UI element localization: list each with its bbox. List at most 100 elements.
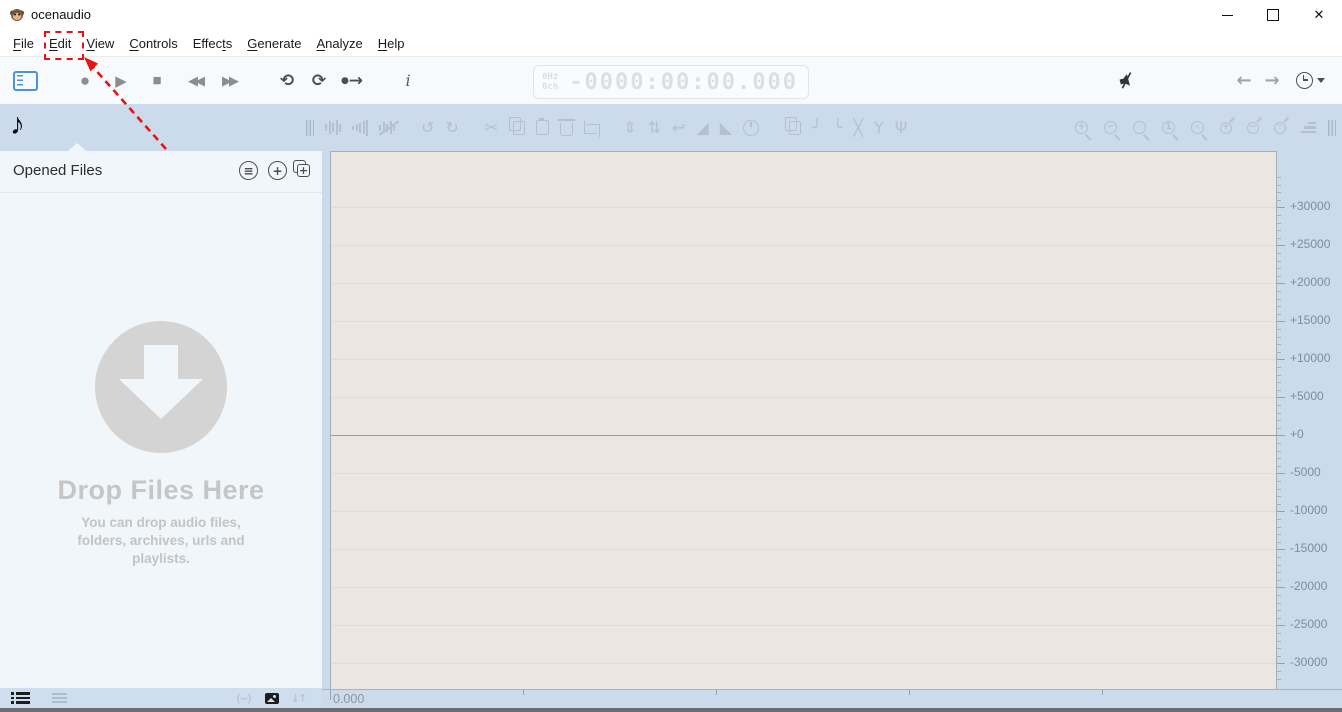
time-value: -0000:00:00.000	[558, 70, 808, 95]
crossfade-icon[interactable]: ╳	[853, 118, 863, 137]
loop-playback-button[interactable]: ⟲	[275, 57, 299, 104]
sort-icon[interactable]: ↓↑	[291, 692, 305, 705]
undo-icon[interactable]: ↺	[421, 118, 434, 137]
compress-vertical-icon[interactable]: ⇅	[648, 118, 661, 137]
cut-icon[interactable]: ✂	[485, 118, 498, 137]
app-window: ocenaudio ✕ FileEditViewControlsEffectsG…	[0, 0, 1342, 712]
amplitude-ruler: +30000+25000+20000+15000+10000+5000+0-50…	[1277, 151, 1342, 690]
chevron-down-icon	[1317, 78, 1325, 83]
toolbar-drag-handle[interactable]	[1328, 120, 1336, 136]
zoom-back-icon[interactable]: ‹	[1191, 121, 1204, 134]
editor-area: +30000+25000+20000+15000+10000+5000+0-50…	[322, 151, 1342, 708]
format-display: 0Hz 0ch	[534, 72, 558, 92]
filter-files-button[interactable]: ≡	[239, 161, 258, 180]
zoom-selection-icon[interactable]	[1133, 121, 1146, 134]
ruler-label: +10000	[1290, 351, 1330, 365]
main-toolbar: ● ▶ ■ ◀◀ ▶▶ ⟲ ⟳ ●→ i 0Hz 0ch -0000:00:00…	[0, 57, 1342, 104]
edit-tools: ↺ ↻ ✂ ⇕ ⇅ ↩ ◢ ◣ ╯ ╰ ╳ Y Ψ	[306, 104, 907, 151]
menu-item-help[interactable]: Help	[377, 34, 406, 53]
fast-forward-button[interactable]: ▶▶	[215, 57, 246, 104]
rewind-button[interactable]: ◀◀	[181, 57, 212, 104]
drop-files-zone[interactable]: Drop Files Here You can drop audio files…	[0, 321, 322, 568]
speaker-muted-icon	[1116, 70, 1137, 91]
detailed-list-view-button[interactable]	[16, 692, 30, 703]
tab-strip: ♪ ↺ ↻ ✂ ⇕ ⇅ ↩ ◢ ◣ ╯ ╰ ╳	[0, 104, 1342, 151]
menu-item-generate[interactable]: Generate	[246, 34, 302, 53]
app-icon	[9, 7, 25, 23]
drop-description: You can drop audio files,folders, archiv…	[56, 514, 266, 568]
vertical-zoom-in-icon[interactable]: +	[1220, 122, 1232, 134]
add-file-button[interactable]: +	[268, 161, 287, 180]
merge-icon[interactable]: Ψ	[895, 118, 908, 137]
curve-down-icon[interactable]: ╰	[833, 118, 843, 137]
navigate-forward-button[interactable]: →	[1261, 57, 1283, 104]
waveform-canvas[interactable]	[330, 151, 1277, 690]
spectral-view-icon[interactable]	[352, 119, 368, 137]
title-bar: ocenaudio ✕	[0, 0, 1342, 30]
view-options-icon[interactable]	[1301, 122, 1316, 133]
ruler-label: -10000	[1290, 503, 1327, 517]
vertical-zoom-reset-icon[interactable]: ·	[1274, 122, 1286, 134]
ruler-label: -25000	[1290, 617, 1327, 631]
menu-item-analyze[interactable]: Analyze	[315, 34, 363, 53]
stop-button[interactable]: ■	[146, 57, 168, 104]
reverse-icon[interactable]: ↩	[672, 118, 685, 137]
fade-out-icon[interactable]: ◣	[720, 118, 732, 137]
info-button[interactable]: i	[400, 57, 416, 104]
curve-up-icon[interactable]: ╯	[812, 118, 822, 137]
dot-icon: ●	[341, 76, 349, 86]
ruler-label: -5000	[1290, 465, 1321, 479]
time-ruler[interactable]: 0.000	[322, 689, 1342, 708]
gain-knob-icon[interactable]	[743, 120, 759, 136]
vertical-zoom-out-icon[interactable]: −	[1247, 122, 1259, 134]
paste-icon[interactable]	[536, 120, 549, 135]
play-button[interactable]: ▶	[110, 57, 132, 104]
record-button[interactable]: ●	[74, 57, 96, 104]
play-from-cursor-button[interactable]: ●→	[339, 57, 365, 104]
trim-icon[interactable]	[584, 121, 597, 134]
history-button[interactable]	[1292, 57, 1328, 104]
copy-icon[interactable]	[513, 121, 525, 135]
maximize-button[interactable]	[1250, 0, 1296, 30]
ruler-label: +20000	[1290, 275, 1330, 289]
waveform-view-icon[interactable]	[325, 119, 341, 137]
new-group-button[interactable]: +	[297, 164, 310, 177]
loop-selection-button[interactable]: ⟳	[307, 57, 331, 104]
minimize-button[interactable]	[1204, 0, 1250, 30]
menu-item-view[interactable]: View	[85, 34, 115, 53]
panel-title: Opened Files	[13, 162, 102, 179]
maximize-icon	[1267, 9, 1279, 21]
close-button[interactable]: ✕	[1296, 0, 1342, 30]
music-note-icon: ♪	[10, 108, 25, 141]
opened-files-panel: Opened Files ≡ + + Drop Files Here You c…	[0, 151, 322, 708]
sample-rate-value: 0Hz	[542, 72, 558, 82]
toolbar-drag-handle[interactable]	[306, 120, 314, 136]
thumbnail-view-icon[interactable]	[265, 693, 279, 704]
menu-item-controls[interactable]: Controls	[128, 34, 178, 53]
redo-icon[interactable]: ↻	[445, 118, 458, 137]
split-icon[interactable]: Y	[874, 118, 884, 137]
drop-arrow-icon	[95, 321, 227, 453]
fade-in-icon[interactable]: ◢	[696, 118, 708, 137]
menu-item-effects[interactable]: Effects	[192, 34, 234, 53]
ruler-label: +25000	[1290, 237, 1330, 251]
zoom-out-icon[interactable]: −	[1104, 121, 1117, 134]
toggle-sidebar-button[interactable]	[11, 57, 39, 104]
ruler-label: -15000	[1290, 541, 1327, 555]
active-tab-notch	[68, 143, 86, 151]
ruler-label: -20000	[1290, 579, 1327, 593]
duplicate-icon[interactable]	[789, 121, 801, 135]
menu-item-file[interactable]: File	[12, 34, 35, 53]
mute-button[interactable]	[1106, 54, 1145, 107]
window-bottom-edge	[0, 708, 1342, 712]
compact-list-view-button[interactable]	[52, 693, 67, 704]
tab-audio-file[interactable]: ♪	[10, 108, 25, 142]
time-display: 0Hz 0ch -0000:00:00.000	[533, 65, 809, 99]
zoom-one-to-one-icon[interactable]: 1	[1162, 121, 1175, 134]
zoom-in-icon[interactable]: +	[1075, 121, 1088, 134]
navigate-back-button[interactable]: ←	[1233, 57, 1255, 104]
waveform-spectral-split-icon[interactable]	[379, 119, 395, 137]
delete-icon[interactable]	[560, 123, 573, 136]
expand-vertical-icon[interactable]: ⇕	[623, 118, 636, 137]
link-channels-icon[interactable]: (–)	[235, 693, 252, 704]
